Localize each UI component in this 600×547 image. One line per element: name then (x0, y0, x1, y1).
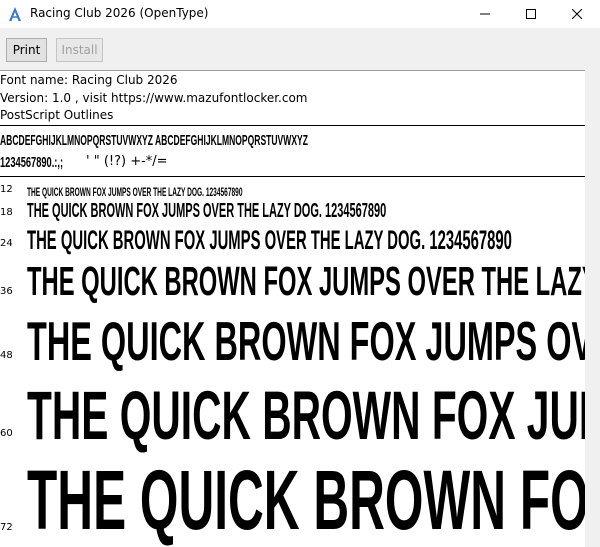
font-viewer-icon (9, 7, 21, 21)
sample-60-text: THE QUICK BROWN FOX JUM (27, 377, 585, 454)
font-preview-area: Font name: Racing Club 2026 Version: 1.0… (0, 70, 585, 547)
charset-punctuation: ' " (!?) +-*/= (86, 154, 168, 169)
sample-text-72: THE QUICK BROWN FOX (27, 458, 585, 542)
maximize-icon (526, 9, 536, 19)
toolbar: Print Install (0, 28, 600, 70)
charset-line-2: 1234567890.:,; ' " (!?) +-*/= (0, 154, 168, 171)
divider-bottom (0, 176, 585, 177)
sample-72-text: THE QUICK BROWN FOX (27, 453, 585, 547)
font-name-text: Font name: Racing Club 2026 (0, 73, 178, 87)
sample-36-text: THE QUICK BROWN FOX JUMPS OVER THE LAZY (27, 258, 585, 304)
sample-text-24: THE QUICK BROWN FOX JUMPS OVER THE LAZY … (27, 227, 585, 254)
close-button[interactable] (554, 0, 600, 28)
content-border (0, 70, 585, 71)
divider-top (0, 125, 585, 126)
sample-18-text: THE QUICK BROWN FOX JUMPS OVER THE LAZY … (27, 200, 387, 222)
sample-text-36: THE QUICK BROWN FOX JUMPS OVER THE LAZY (27, 261, 585, 302)
vertical-scrollbar[interactable] (585, 70, 600, 547)
window-title: Racing Club 2026 (OpenType) (30, 6, 209, 20)
install-button[interactable]: Install (56, 38, 103, 62)
close-icon (572, 9, 582, 19)
minimize-button[interactable] (462, 0, 508, 28)
size-label-48: 48 (0, 350, 13, 361)
sample-text-60: THE QUICK BROWN FOX JUM (27, 381, 585, 450)
print-button[interactable]: Print (6, 38, 47, 62)
outlines-text: PostScript Outlines (0, 108, 114, 122)
title-bar: Racing Club 2026 (OpenType) (0, 0, 600, 28)
sample-12-text: THE QUICK BROWN FOX JUMPS OVER THE LAZY … (27, 185, 243, 199)
sample-text-48: THE QUICK BROWN FOX JUMPS OVE (27, 314, 585, 369)
maximize-button[interactable] (508, 0, 554, 28)
charset-uppercase: ABCDEFGHIJKLMNOPQRSTUVWXYZ ABCDEFGHIJKLM… (0, 132, 308, 149)
sample-24-text: THE QUICK BROWN FOX JUMPS OVER THE LAZY … (27, 225, 512, 255)
size-label-60: 60 (0, 428, 13, 439)
sample-text-18: THE QUICK BROWN FOX JUMPS OVER THE LAZY … (27, 201, 585, 221)
size-label-24: 24 (0, 238, 13, 249)
size-label-12: 12 (0, 184, 13, 195)
charset-line-1: ABCDEFGHIJKLMNOPQRSTUVWXYZ ABCDEFGHIJKLM… (0, 132, 540, 148)
size-label-18: 18 (0, 207, 13, 218)
size-label-36: 36 (0, 286, 13, 297)
sample-48-text: THE QUICK BROWN FOX JUMPS OVE (27, 310, 585, 372)
minimize-icon (480, 13, 490, 15)
size-label-72: 72 (0, 522, 13, 533)
charset-digits: 1234567890.:,; (0, 154, 64, 171)
version-text: Version: 1.0 , visit https://www.mazufon… (0, 91, 308, 105)
sample-text-12: THE QUICK BROWN FOX JUMPS OVER THE LAZY … (27, 183, 419, 199)
